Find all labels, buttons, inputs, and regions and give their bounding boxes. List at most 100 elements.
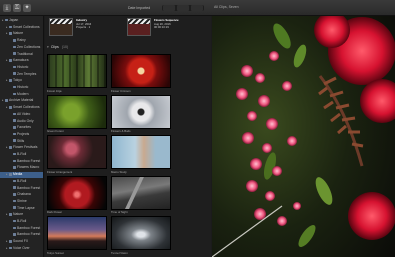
sidebar-item[interactable]: All Video [0,111,43,118]
sidebar-item[interactable]: Stills [0,139,43,145]
browser-sort-title[interactable]: Date Imported [128,6,150,10]
sidebar-item[interactable]: ▸ Archive Material [0,98,43,104]
sidebar-item[interactable]: Traditional [0,52,43,58]
sidebar-item[interactable]: Historic [0,64,43,71]
project-detail: Projects · 1 [76,25,91,30]
sidebar-item-label: Chabana [17,192,31,197]
event-icon [9,213,12,216]
sidebar-item[interactable]: Projects [0,131,43,138]
keyword-collection-icon [13,186,16,189]
keyword-collection-icon [13,38,16,42]
viewer-frame [212,16,395,257]
keyword-collection-icon [13,233,16,236]
clips-label: Clips [50,45,59,49]
clip-thumbnail[interactable] [47,175,107,210]
clip-thumbnail[interactable] [111,94,171,129]
sidebar-item[interactable]: Favorites [0,125,43,131]
sidebar-item[interactable]: Time Lapse [0,206,43,212]
event-icon [9,25,12,29]
sidebar-item[interactable]: Shrine [0,199,43,205]
sidebar-item[interactable]: Modern [0,92,43,98]
sidebar-item[interactable]: Audio Only [0,119,43,125]
clip-thumbnail[interactable] [111,216,171,250]
viewer[interactable] [212,16,395,257]
keyword-collection-icon [13,92,16,96]
sidebar-item[interactable]: Chabana [0,192,43,198]
keyword-collection-icon [13,139,16,142]
event-icon [9,172,12,176]
clip-thumbnail[interactable] [47,94,107,129]
viewer-title: All Clips, Seven [214,5,239,9]
library-sidebar: ▸ Japan ▸ Smart Collections ▸ Nature Rainy Zen … [0,16,44,257]
sidebar-item[interactable]: ▸ Nature [0,31,43,37]
clip-thumbnail[interactable] [111,54,171,88]
clips-section-header[interactable]: ▾ Clips (10) [47,44,209,50]
sidebar-item[interactable]: Bamboo Forest [0,232,43,238]
import-icon[interactable]: ⤓ [3,4,11,12]
keyword-icon[interactable]: ⚿ [13,4,21,12]
keyword-collection-icon [13,65,16,69]
sidebar-item[interactable]: Bamboo Forest [0,186,43,192]
clip-label: Flowers & Buds [111,129,131,133]
sidebar-item-label: Voice Over [13,245,30,250]
project-detail: 00:00:10:19 [154,25,169,30]
library-icon [5,99,8,102]
event-icon [9,105,12,109]
sidebar-item-label: All Video [17,111,31,116]
sidebar-item[interactable]: B-Roll [0,152,43,158]
event-icon [9,246,12,250]
keyword-collection-icon [13,152,16,156]
clip-thumbnail[interactable] [47,216,107,250]
clip-thumbnail[interactable] [111,175,171,210]
sidebar-item-label: Nature [13,31,24,36]
keyword-collection-icon [13,45,16,49]
disclosure-triangle-icon[interactable]: ▾ [47,45,49,49]
keyword-collection-icon [13,85,16,89]
sidebar-item[interactable]: B-Roll [0,179,43,185]
sidebar-item-label: Media [13,172,23,177]
event-icon [9,59,12,62]
clip-thumbnail[interactable] [47,135,107,169]
clip-thumbnail[interactable] [111,135,171,169]
sidebar-item[interactable]: Historic [0,85,43,91]
search-field[interactable] [191,5,203,11]
sidebar-item[interactable]: ▸ Kamakura [0,58,43,64]
sidebar-item[interactable]: ▸ Voice Over [0,245,43,252]
keyword-collection-icon [13,166,16,169]
clip-label: Time of Night [111,210,128,214]
sidebar-item[interactable]: Bamboo Forest [0,159,43,165]
clip-appearance-control[interactable] [177,5,189,11]
event-browser: Industry Jul 17, 2016 Projects · 1 Flowe… [45,16,211,257]
sidebar-item[interactable]: ▸ Smart Collections [0,105,43,111]
sidebar-item[interactable]: B-Roll [0,219,43,225]
sidebar-item[interactable]: Rainy [0,38,43,44]
sidebar-item[interactable]: Zen Collections [0,44,43,51]
clip-label: Forest Jinja [47,88,62,93]
project-thumbnail[interactable] [127,18,151,36]
effects-icon[interactable]: ✦ [23,4,31,12]
sidebar-item[interactable]: ▸ Flower Festivals [0,145,43,151]
sidebar-item[interactable]: ▸ Tokyo [0,78,43,84]
sidebar-item-label: Historic [17,85,29,89]
sidebar-item-label: Zen Collections [17,44,41,49]
clips-count: (10) [61,45,69,49]
sidebar-item[interactable]: ▸ Smart Collections [0,25,43,31]
sidebar-item[interactable]: ▸ Sound FX [0,239,43,245]
sidebar-item-label: Projects [17,131,30,136]
sidebar-item[interactable]: ▸ Nature [0,212,43,218]
sidebar-item-label: Historic [17,64,29,69]
clip-label: Flower Crimson [111,88,131,93]
sidebar-item[interactable]: Zen Temples [0,72,43,78]
keyword-collection-icon [13,193,16,196]
sidebar-item[interactable]: ▸ Media [0,172,43,178]
clip-label: Green Forest [47,129,64,133]
sidebar-item-label: Kamakura [13,58,29,63]
keyword-collection-icon [13,226,16,230]
sidebar-item[interactable]: Flowers Macro [0,165,43,171]
clip-thumbnail[interactable] [47,54,107,88]
sidebar-item-label: Tokyo [13,78,22,83]
filter-control[interactable] [163,5,175,11]
project-thumbnail[interactable] [49,18,73,36]
sidebar-item[interactable]: Bamboo Forest [0,226,43,232]
sidebar-item[interactable]: ▸ Japan [0,18,43,24]
